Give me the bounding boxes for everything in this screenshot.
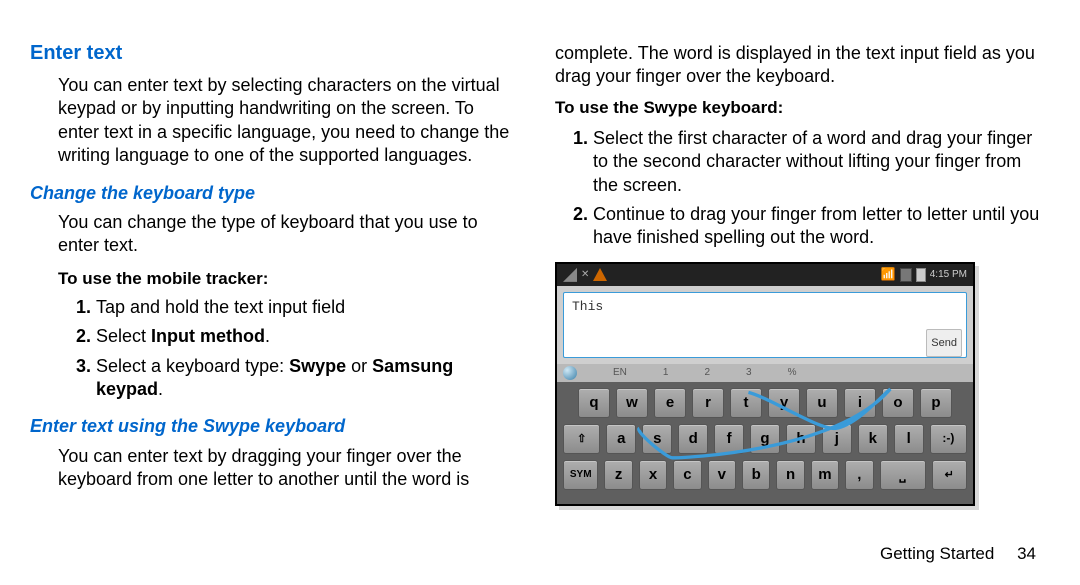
- key[interactable]: m: [811, 460, 839, 490]
- swype-logo-icon: [563, 366, 577, 380]
- kbd-lang: EN: [613, 366, 627, 379]
- phone-screenshot: ✕ 📶 4:15 PM This Send EN 1 2 3: [555, 262, 975, 506]
- heading-change-keyboard: Change the keyboard type: [30, 182, 515, 205]
- step-text: Select: [96, 326, 151, 346]
- key[interactable]: j: [822, 424, 852, 454]
- step-text-bold: Input method: [151, 326, 265, 346]
- key-row-2: ⇧ a s d f g h j k l :-): [563, 424, 967, 454]
- signal-x-icon: ✕: [581, 268, 589, 281]
- key[interactable]: r: [692, 388, 724, 418]
- shift-key[interactable]: ⇧: [563, 424, 600, 454]
- step-item: 2.Select Input method.: [76, 325, 515, 348]
- key[interactable]: q: [578, 388, 610, 418]
- enter-key[interactable]: ↵: [932, 460, 967, 490]
- key-row-1: q w e r t y u i o p: [563, 388, 967, 418]
- step-text: Tap and hold the text input field: [96, 297, 345, 317]
- key[interactable]: z: [604, 460, 632, 490]
- keyboard: q w e r t y u i o p ⇧ a s d f g: [557, 382, 973, 504]
- key[interactable]: p: [920, 388, 952, 418]
- step-text: .: [158, 379, 163, 399]
- key[interactable]: t: [730, 388, 762, 418]
- step-item: 1.Select the first character of a word a…: [573, 127, 1040, 197]
- column-right: complete. The word is displayed in the t…: [555, 40, 1040, 535]
- step-text: Select the first character of a word and…: [593, 128, 1032, 195]
- sym-key[interactable]: SYM: [563, 460, 598, 490]
- key[interactable]: a: [606, 424, 636, 454]
- space-key[interactable]: ⎵: [880, 460, 926, 490]
- change-keyboard-body: You can change the type of keyboard that…: [58, 211, 515, 258]
- status-bar: ✕ 📶 4:15 PM: [557, 264, 973, 286]
- key[interactable]: i: [844, 388, 876, 418]
- key[interactable]: h: [786, 424, 816, 454]
- subheading-swype: To use the Swype keyboard:: [555, 97, 1040, 119]
- key[interactable]: l: [894, 424, 924, 454]
- wifi-icon: 📶: [881, 267, 896, 283]
- intro-paragraph: You can enter text by selecting characte…: [58, 74, 515, 168]
- key[interactable]: f: [714, 424, 744, 454]
- kbd-hint: %: [788, 366, 797, 379]
- status-time: 4:15 PM: [930, 268, 967, 281]
- page-content: Enter text You can enter text by selecti…: [0, 0, 1080, 535]
- subheading-mobile-tracker: To use the mobile tracker:: [58, 268, 515, 290]
- key[interactable]: k: [858, 424, 888, 454]
- step-text: or: [346, 356, 372, 376]
- key-row-3: SYM z x c v b n m , ⎵ ↵: [563, 460, 967, 490]
- signal-icon: [563, 268, 577, 282]
- key[interactable]: y: [768, 388, 800, 418]
- kbd-hint: 1: [663, 366, 669, 379]
- key[interactable]: e: [654, 388, 686, 418]
- send-button[interactable]: Send: [926, 329, 962, 357]
- step-item: 1.Tap and hold the text input field: [76, 296, 515, 319]
- step-text: Select a keyboard type:: [96, 356, 289, 376]
- emoji-key[interactable]: :-): [930, 424, 967, 454]
- key[interactable]: d: [678, 424, 708, 454]
- footer-section: Getting Started: [880, 544, 994, 563]
- battery-icon: [916, 268, 926, 282]
- warning-icon: [593, 268, 607, 281]
- key[interactable]: ,: [845, 460, 873, 490]
- mobile-tracker-steps: 1.Tap and hold the text input field 2.Se…: [76, 296, 515, 402]
- kbd-hint: 3: [746, 366, 752, 379]
- swype-body-right: complete. The word is displayed in the t…: [555, 42, 1040, 89]
- key[interactable]: g: [750, 424, 780, 454]
- step-item: 3.Select a keyboard type: Swype or Samsu…: [76, 355, 515, 402]
- swype-steps: 1.Select the first character of a word a…: [573, 127, 1040, 250]
- key[interactable]: u: [806, 388, 838, 418]
- key[interactable]: n: [776, 460, 804, 490]
- key[interactable]: s: [642, 424, 672, 454]
- key[interactable]: b: [742, 460, 770, 490]
- key[interactable]: v: [708, 460, 736, 490]
- page-heading: Enter text: [30, 40, 515, 66]
- key[interactable]: o: [882, 388, 914, 418]
- text-input-area[interactable]: This Send: [563, 292, 967, 358]
- swype-body-left: You can enter text by dragging your fing…: [58, 445, 515, 492]
- key[interactable]: x: [639, 460, 667, 490]
- key[interactable]: w: [616, 388, 648, 418]
- keyboard-hint-row: EN 1 2 3 %: [557, 364, 973, 382]
- step-text: Continue to drag your finger from letter…: [593, 204, 1039, 247]
- page-footer: Getting Started 34: [880, 543, 1036, 565]
- input-text: This: [572, 299, 912, 316]
- status-right: 📶 4:15 PM: [881, 267, 967, 283]
- column-left: Enter text You can enter text by selecti…: [30, 40, 515, 535]
- step-item: 2.Continue to drag your finger from lett…: [573, 203, 1040, 250]
- footer-page-number: 34: [1017, 544, 1036, 563]
- card-icon: [900, 268, 912, 282]
- key[interactable]: c: [673, 460, 701, 490]
- step-text: .: [265, 326, 270, 346]
- status-left: ✕: [563, 268, 607, 282]
- heading-swype: Enter text using the Swype keyboard: [30, 415, 515, 438]
- kbd-hint: 2: [704, 366, 710, 379]
- step-text-bold: Swype: [289, 356, 346, 376]
